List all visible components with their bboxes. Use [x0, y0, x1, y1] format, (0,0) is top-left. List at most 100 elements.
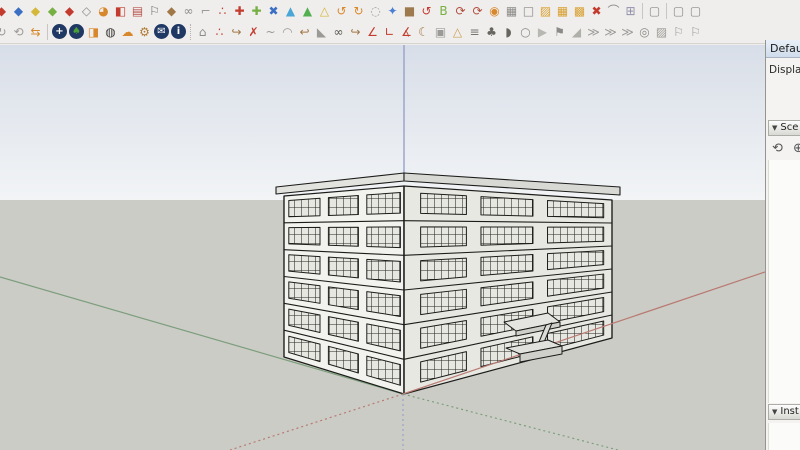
model-face[interactable] [366, 191, 401, 215]
plugin-green-diamond-icon[interactable]: ◆ [44, 2, 61, 20]
add-circle-tool-icon[interactable]: + [52, 24, 67, 39]
add-scene-icon[interactable]: ⊕ [790, 139, 800, 157]
model-face[interactable] [547, 226, 605, 244]
orange-target-tool-icon[interactable]: ◉ [486, 2, 503, 20]
tile-grid-tool-icon[interactable]: ⊞ [622, 2, 639, 20]
plugin-red-diamond2-icon[interactable]: ◆ [61, 2, 78, 20]
banner-pole-tool-icon[interactable]: ⚐ [687, 23, 704, 41]
info-tool-icon[interactable]: i [171, 24, 186, 39]
layers-tool-icon[interactable]: ◨ [85, 23, 102, 41]
red-angle1-tool-icon[interactable]: ∠ [364, 23, 381, 41]
crescent-tool-icon[interactable]: ☾ [415, 23, 432, 41]
viewport-3d[interactable] [0, 45, 765, 450]
pie-tool-icon[interactable]: ◕ [95, 2, 112, 20]
blue-droplet-tool-icon[interactable]: ▲ [282, 2, 299, 20]
plugin-white-diamond-icon[interactable]: ◇ [78, 2, 95, 20]
red-angle2-tool-icon[interactable]: ∟ [381, 23, 398, 41]
glasses-tool-icon[interactable]: ∞ [180, 2, 197, 20]
hatch-square-tool-icon[interactable]: ▨ [537, 2, 554, 20]
model-face[interactable] [288, 197, 321, 218]
animal-tool-icon[interactable]: ◠ [279, 23, 296, 41]
ring-tool-icon[interactable]: ◌ [367, 2, 384, 20]
brown-box-tool-icon[interactable]: ■ [401, 2, 418, 20]
brown-prism-tool-icon[interactable]: ◆ [163, 2, 180, 20]
dot-curve-tool-icon[interactable]: ∴ [211, 23, 228, 41]
model-face[interactable] [420, 192, 467, 216]
swap-arrows-tool-icon[interactable]: ⇆ [27, 23, 44, 41]
cone-tool-icon[interactable]: △ [449, 23, 466, 41]
model-face[interactable] [327, 195, 359, 216]
green-b-tool-icon[interactable]: B [435, 2, 452, 20]
compass-star-tool-icon[interactable]: ✦ [384, 2, 401, 20]
model-face[interactable] [288, 254, 321, 275]
fold-triangle-tool-icon[interactable]: ◣ [313, 23, 330, 41]
blue-x-tool-icon[interactable]: ✖ [265, 2, 282, 20]
chevron2-tool-icon[interactable]: ≫ [602, 23, 619, 41]
plugin-yellow-diamond-icon[interactable]: ◆ [27, 2, 44, 20]
red-cross-tool-icon[interactable]: ✚ [231, 2, 248, 20]
gray-stack-tool-icon[interactable]: ▢ [646, 2, 663, 20]
arrow-shape-tool-icon[interactable]: ▶ [534, 23, 551, 41]
green-droplet-tool-icon[interactable]: ▲ [299, 2, 316, 20]
rotate-box2-tool-icon[interactable]: ⟳ [469, 2, 486, 20]
box-sphere-tool-icon[interactable]: ▣ [432, 23, 449, 41]
blob-pair-tool-icon[interactable]: ~ [262, 23, 279, 41]
red-angle3-tool-icon[interactable]: ∡ [398, 23, 415, 41]
green-cross-tool-icon[interactable]: ✚ [248, 2, 265, 20]
hook-arrow-tool-icon[interactable]: ↪ [347, 23, 364, 41]
page-flag-tool-icon[interactable]: ⚐ [670, 23, 687, 41]
grid-3x3-tool-icon[interactable]: ▩ [571, 2, 588, 20]
gray-box-pair2-tool-icon[interactable]: ▢ [687, 2, 704, 20]
dome-tool-icon[interactable]: ◗ [500, 23, 517, 41]
model-face[interactable] [480, 196, 534, 217]
model-face[interactable] [420, 257, 467, 282]
tree-circle-tool-icon[interactable]: ♠ [69, 24, 84, 39]
ledger-tool-icon[interactable]: ▤ [129, 2, 146, 20]
gear-tool-icon[interactable]: ⚙ [136, 23, 153, 41]
envelope-tool-icon[interactable]: ✉ [154, 24, 169, 39]
cloud-upload-tool-icon[interactable]: ☁ [119, 23, 136, 41]
x-line-tool-icon[interactable]: ✗ [245, 23, 262, 41]
flag-tool-icon[interactable]: ⚐ [146, 2, 163, 20]
angle-bracket-tool-icon[interactable]: ⌐ [197, 2, 214, 20]
column-stack-tool-icon[interactable]: ≡ [466, 23, 483, 41]
half-square-tool-icon[interactable]: ◧ [112, 2, 129, 20]
yellow-triangle-tool-icon[interactable]: △ [316, 2, 333, 20]
ramp-stack-tool-icon[interactable]: ▨ [653, 23, 670, 41]
refresh-c-tool-icon[interactable]: ↻ [0, 23, 10, 41]
instructor-section-header[interactable]: ▼ Inst [768, 404, 800, 420]
model-face[interactable] [327, 226, 359, 247]
forest-tool-icon[interactable]: ♣ [483, 23, 500, 41]
snail-tool-icon[interactable]: ◎ [636, 23, 653, 41]
red-xx-tool-icon[interactable]: ✖ [588, 2, 605, 20]
model-face[interactable] [366, 226, 401, 249]
chevron3-tool-icon[interactable]: ≫ [619, 23, 636, 41]
orange-hook-tool-icon[interactable]: ↺ [333, 2, 350, 20]
sync-tool-icon[interactable]: ⟲ [10, 23, 27, 41]
rotate-box1-tool-icon[interactable]: ⟳ [452, 2, 469, 20]
curve-arrow-tool-icon[interactable]: ↩ [296, 23, 313, 41]
gray-box-pair1-tool-icon[interactable]: ▢ [670, 2, 687, 20]
orange-double-hook-tool-icon[interactable]: ↻ [350, 2, 367, 20]
ramp-tool-icon[interactable]: ◢ [568, 23, 585, 41]
model-face[interactable] [480, 226, 534, 246]
plugin-red-diamond-icon[interactable]: ◆ [0, 2, 10, 20]
scenes-section-header[interactable]: ▼ Sce [768, 120, 800, 136]
model-face[interactable] [366, 258, 401, 283]
wire-box-tool-icon[interactable]: □ [520, 2, 537, 20]
checker-pair-tool-icon[interactable]: ▦ [503, 2, 520, 20]
send-arrow-tool-icon[interactable]: ↪ [228, 23, 245, 41]
flag-banner-tool-icon[interactable]: ⚑ [551, 23, 568, 41]
plugin-blue-diamond-icon[interactable]: ◆ [10, 2, 27, 20]
model-face[interactable] [420, 226, 467, 248]
polygon2-tool-icon[interactable]: ○ [517, 23, 534, 41]
chevron1-tool-icon[interactable]: ≫ [585, 23, 602, 41]
refresh-scene-icon[interactable]: ⟲ [769, 139, 786, 157]
goggles-tool-icon[interactable]: ∞ [330, 23, 347, 41]
dotted-path-tool-icon[interactable]: ∴ [214, 2, 231, 20]
model-face[interactable] [327, 256, 359, 279]
checker-sphere-tool-icon[interactable]: ◍ [102, 23, 119, 41]
red-swirl-tool-icon[interactable]: ↺ [418, 2, 435, 20]
arc-handles-tool-icon[interactable]: ⌒ [605, 2, 622, 20]
model-face[interactable] [547, 199, 605, 219]
